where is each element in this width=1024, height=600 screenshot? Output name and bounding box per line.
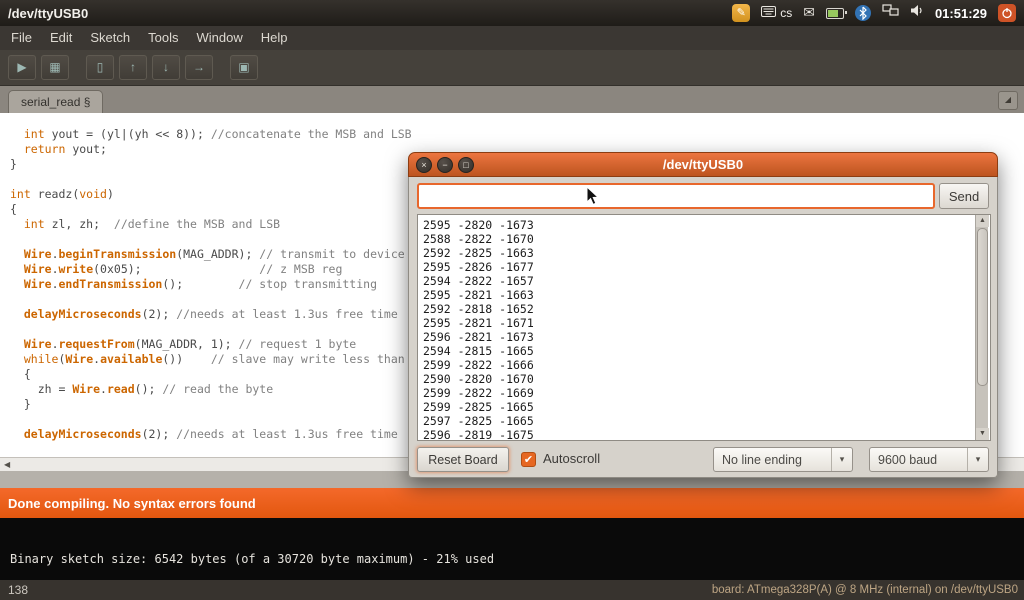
serial-line: 2595 -2826 -1677 — [423, 260, 990, 274]
tab-serial-read[interactable]: serial_read § — [8, 90, 103, 113]
scroll-up-icon[interactable] — [976, 215, 989, 227]
serial-line: 2595 -2821 -1663 — [423, 288, 990, 302]
menu-sketch[interactable]: Sketch — [81, 26, 139, 50]
line-ending-value: No line ending — [714, 453, 831, 467]
serial-line: 2596 -2819 -1675 — [423, 428, 990, 441]
clock[interactable]: 01:51:29 — [935, 6, 987, 21]
serial-line: 2599 -2822 -1666 — [423, 358, 990, 372]
tab-menu-button[interactable] — [998, 91, 1018, 110]
serial-line: 2592 -2818 -1652 — [423, 302, 990, 316]
bluetooth-icon[interactable] — [855, 5, 871, 21]
volume-icon[interactable] — [910, 4, 924, 22]
serial-line: 2594 -2815 -1665 — [423, 344, 990, 358]
battery-icon[interactable] — [826, 8, 844, 19]
menu-file[interactable]: File — [2, 26, 41, 50]
serial-line: 2595 -2820 -1673 — [423, 218, 990, 232]
save-button[interactable]: ↓ — [152, 55, 180, 80]
menu-window[interactable]: Window — [187, 26, 251, 50]
serial-line: 2590 -2820 -1670 — [423, 372, 990, 386]
tabbar: serial_read § — [0, 86, 1024, 113]
window-title: /dev/ttyUSB0 — [8, 6, 88, 21]
mail-icon[interactable] — [803, 4, 815, 22]
serial-line: 2592 -2825 -1663 — [423, 246, 990, 260]
menu-tools[interactable]: Tools — [139, 26, 187, 50]
chevron-down-icon — [831, 448, 852, 471]
new-sketch-button[interactable]: ▯ — [86, 55, 114, 80]
serial-line: 2595 -2821 -1671 — [423, 316, 990, 330]
code-line: int yout = (yl|(yh << 8)); //concatenate… — [10, 127, 1024, 142]
maximize-button[interactable]: □ — [458, 157, 474, 173]
console-text: Binary sketch size: 6542 bytes (of a 307… — [10, 552, 494, 566]
serial-input[interactable] — [417, 183, 935, 209]
serial-monitor-body: Send 2595 -2820 -16732588 -2822 -1670259… — [408, 177, 998, 478]
system-tray: cs 01:51:29 — [732, 4, 1016, 22]
close-button[interactable]: × — [416, 157, 432, 173]
keyboard-layout-label: cs — [780, 6, 792, 20]
baud-value: 9600 baud — [870, 453, 967, 467]
autoscroll-label: Autoscroll — [543, 451, 600, 466]
upload-button[interactable]: → — [185, 55, 213, 80]
scroll-left-icon[interactable] — [4, 461, 10, 469]
serial-output[interactable]: 2595 -2820 -16732588 -2822 -16702592 -28… — [417, 214, 991, 441]
compose-indicator-icon[interactable] — [732, 4, 750, 22]
serial-monitor-window: ×−□ /dev/ttyUSB0 Send 2595 -2820 -167325… — [408, 152, 998, 478]
window-controls: ×−□ — [416, 157, 474, 173]
bottom-statusbar: 138 board: ATmega328P(A) @ 8 MHz (intern… — [0, 580, 1024, 600]
serial-line: 2588 -2822 -1670 — [423, 232, 990, 246]
network-icon[interactable] — [882, 4, 899, 22]
serial-scrollbar[interactable] — [975, 215, 988, 440]
minimize-button[interactable]: − — [437, 157, 453, 173]
board-info: board: ATmega328P(A) @ 8 MHz (internal) … — [712, 584, 1018, 596]
serial-line: 2599 -2825 -1665 — [423, 400, 990, 414]
menu-help[interactable]: Help — [252, 26, 297, 50]
serial-monitor-title: /dev/ttyUSB0 — [409, 153, 997, 177]
verify-button[interactable]: ▶ — [8, 55, 36, 80]
serial-monitor-titlebar[interactable]: ×−□ /dev/ttyUSB0 — [408, 152, 998, 177]
serial-line: 2594 -2822 -1657 — [423, 274, 990, 288]
toolbar: ▶▦ ▯↑↓→ ▣ — [0, 50, 1024, 86]
compile-status-bar: Done compiling. No syntax errors found — [0, 488, 1024, 518]
serial-monitor-button[interactable]: ▣ — [230, 55, 258, 80]
serial-line: 2597 -2825 -1665 — [423, 414, 990, 428]
open-button[interactable]: ↑ — [119, 55, 147, 80]
line-number: 138 — [8, 583, 28, 597]
compile-status-text: Done compiling. No syntax errors found — [8, 496, 256, 511]
screen: /dev/ttyUSB0 cs 01:51:29 — [0, 0, 1024, 600]
autoscroll-checkbox[interactable] — [521, 452, 536, 467]
stop-button[interactable]: ▦ — [41, 55, 69, 80]
chevron-down-icon — [967, 448, 988, 471]
baud-select[interactable]: 9600 baud — [869, 447, 989, 472]
scrollbar-thumb[interactable] — [977, 228, 988, 386]
menubar: FileEditSketchToolsWindowHelp — [0, 26, 1024, 50]
build-console: Binary sketch size: 6542 bytes (of a 307… — [0, 518, 1024, 580]
serial-line: 2599 -2822 -1669 — [423, 386, 990, 400]
reset-board-button[interactable]: Reset Board — [417, 447, 509, 472]
session-menu-icon[interactable] — [998, 4, 1016, 22]
menu-edit[interactable]: Edit — [41, 26, 81, 50]
serial-controls-row: Reset Board Autoscroll No line ending 96… — [417, 447, 989, 473]
keyboard-icon — [761, 4, 776, 22]
mouse-cursor — [586, 186, 600, 206]
keyboard-layout-indicator[interactable]: cs — [761, 4, 792, 22]
send-button[interactable]: Send — [939, 183, 989, 209]
top-panel: /dev/ttyUSB0 cs 01:51:29 — [0, 0, 1024, 26]
scroll-down-icon[interactable] — [976, 428, 989, 440]
serial-line: 2596 -2821 -1673 — [423, 330, 990, 344]
line-ending-select[interactable]: No line ending — [713, 447, 853, 472]
